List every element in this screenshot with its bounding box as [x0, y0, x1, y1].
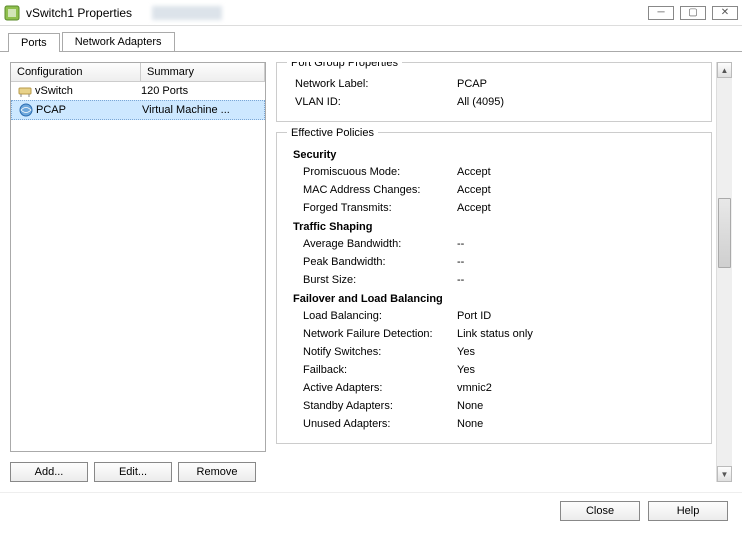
- list-cell-config: PCAP: [36, 104, 142, 116]
- config-list: Configuration Summary vSwitch 120 Ports …: [10, 62, 266, 452]
- list-header: Configuration Summary: [11, 63, 265, 82]
- forged-value: Accept: [457, 202, 701, 214]
- mac-changes-value: Accept: [457, 184, 701, 196]
- list-cell-summary: Virtual Machine ...: [142, 104, 260, 116]
- remove-button[interactable]: Remove: [178, 462, 256, 482]
- failback-value: Yes: [457, 364, 701, 376]
- promiscuous-value: Accept: [457, 166, 701, 178]
- failback-label: Failback:: [287, 364, 457, 376]
- add-button[interactable]: Add...: [10, 462, 88, 482]
- footer-buttons: Close Help: [0, 492, 742, 529]
- close-window-button[interactable]: ✕: [712, 6, 738, 20]
- effective-policies-fieldset: Effective Policies Security Promiscuous …: [276, 132, 712, 444]
- col-header-configuration[interactable]: Configuration: [11, 63, 141, 81]
- vlan-id-label: VLAN ID:: [287, 96, 457, 108]
- traffic-shaping-heading: Traffic Shaping: [287, 217, 701, 235]
- standby-adapters-label: Standby Adapters:: [287, 400, 457, 412]
- app-icon: [4, 5, 20, 21]
- promiscuous-label: Promiscuous Mode:: [287, 166, 457, 178]
- security-heading: Security: [287, 145, 701, 163]
- left-panel: Configuration Summary vSwitch 120 Ports …: [10, 62, 266, 482]
- unused-adapters-value: None: [457, 418, 701, 430]
- scroll-thumb[interactable]: [718, 198, 731, 268]
- window-title: vSwitch1 Properties: [26, 6, 132, 20]
- notify-value: Yes: [457, 346, 701, 358]
- tab-ports[interactable]: Ports: [8, 33, 60, 52]
- burst-value: --: [457, 274, 701, 286]
- avg-bw-value: --: [457, 238, 701, 250]
- blurred-text: [152, 6, 222, 20]
- vlan-id-value: All (4095): [457, 96, 701, 108]
- vertical-scrollbar[interactable]: ▲ ▼: [716, 62, 732, 482]
- help-button[interactable]: Help: [648, 501, 728, 521]
- close-button[interactable]: Close: [560, 501, 640, 521]
- standby-adapters-value: None: [457, 400, 701, 412]
- peak-bw-value: --: [457, 256, 701, 268]
- peak-bw-label: Peak Bandwidth:: [287, 256, 457, 268]
- col-header-summary[interactable]: Summary: [141, 63, 265, 81]
- failover-heading: Failover and Load Balancing: [287, 289, 701, 307]
- active-adapters-value: vmnic2: [457, 382, 701, 394]
- failure-detect-label: Network Failure Detection:: [287, 328, 457, 340]
- list-row-vswitch[interactable]: vSwitch 120 Ports: [11, 82, 265, 100]
- avg-bw-label: Average Bandwidth:: [287, 238, 457, 250]
- forged-label: Forged Transmits:: [287, 202, 457, 214]
- list-row-pcap[interactable]: PCAP Virtual Machine ...: [11, 100, 265, 120]
- active-adapters-label: Active Adapters:: [287, 382, 457, 394]
- edit-button[interactable]: Edit...: [94, 462, 172, 482]
- burst-label: Burst Size:: [287, 274, 457, 286]
- minimize-button[interactable]: ─: [648, 6, 674, 20]
- notify-label: Notify Switches:: [287, 346, 457, 358]
- unused-adapters-label: Unused Adapters:: [287, 418, 457, 430]
- port-group-properties-fieldset: Port Group Properties Network Label: PCA…: [276, 62, 712, 122]
- list-cell-config: vSwitch: [35, 85, 141, 97]
- tab-network-adapters[interactable]: Network Adapters: [62, 32, 175, 51]
- failure-detect-value: Link status only: [457, 328, 701, 340]
- scroll-up-arrow-icon[interactable]: ▲: [717, 62, 732, 78]
- network-label-value: PCAP: [457, 78, 701, 90]
- load-balancing-label: Load Balancing:: [287, 310, 457, 322]
- maximize-button[interactable]: ▢: [680, 6, 706, 20]
- scroll-down-arrow-icon[interactable]: ▼: [717, 466, 732, 482]
- titlebar: vSwitch1 Properties ─ ▢ ✕: [0, 0, 742, 26]
- tab-bar: Ports Network Adapters: [0, 28, 742, 52]
- portgroup-icon: [16, 103, 36, 117]
- list-cell-summary: 120 Ports: [141, 85, 261, 97]
- load-balancing-value: Port ID: [457, 310, 701, 322]
- switch-icon: [15, 84, 35, 98]
- network-label-label: Network Label:: [287, 78, 457, 90]
- scroll-track[interactable]: [717, 78, 732, 466]
- right-panel: Port Group Properties Network Label: PCA…: [276, 62, 732, 482]
- fieldset-legend: Effective Policies: [287, 127, 378, 139]
- fieldset-legend: Port Group Properties: [287, 62, 402, 69]
- mac-changes-label: MAC Address Changes:: [287, 184, 457, 196]
